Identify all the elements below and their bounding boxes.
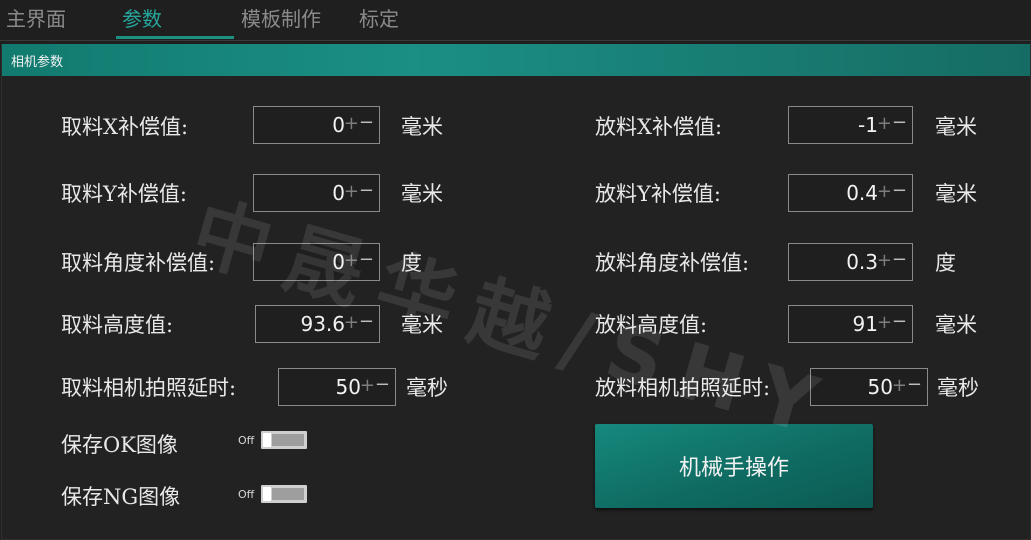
place-y-offset-input[interactable]: 0.4 + − (788, 174, 913, 212)
increment-button[interactable]: + (344, 113, 359, 134)
increment-button[interactable]: + (877, 181, 892, 202)
pick-height-input[interactable]: 93.6 + − (255, 305, 380, 343)
decrement-button[interactable]: − (375, 374, 390, 395)
place-angle-offset-input[interactable]: 0.3 + − (788, 243, 913, 281)
pick-y-offset-unit: 毫米 (401, 182, 443, 206)
save-ok-image-toggle[interactable] (261, 431, 307, 449)
save-ng-image-state: Off (238, 488, 255, 501)
pick-camera-delay-input[interactable]: 50 + − (278, 368, 396, 406)
pick-height-label: 取料高度值: (61, 313, 174, 337)
save-ng-image-label: 保存NG图像 (61, 485, 181, 509)
toggle-track (272, 488, 304, 500)
save-ng-image-toggle[interactable] (261, 485, 307, 503)
pick-y-offset-input[interactable]: 0 + − (253, 174, 380, 212)
pick-x-offset-label: 取料X补偿值: (61, 115, 189, 139)
increment-button[interactable]: + (360, 375, 375, 396)
place-y-offset-label: 放料Y补偿值: (595, 182, 721, 206)
pick-height-value[interactable]: 93.6 (300, 312, 345, 336)
tab-calibration[interactable]: 标定 (359, 3, 399, 33)
tab-bar: 主界面 参数 模板制作 标定 (0, 0, 1031, 41)
place-y-offset-unit: 毫米 (935, 182, 977, 206)
increment-button[interactable]: + (344, 181, 359, 202)
save-ok-image-label: 保存OK图像 (61, 433, 178, 457)
decrement-button[interactable]: − (359, 180, 374, 201)
toggle-knob (263, 433, 271, 447)
decrement-button[interactable]: − (359, 311, 374, 332)
place-height-value[interactable]: 91 (853, 312, 878, 336)
toggle-knob (263, 487, 271, 501)
pick-angle-offset-label: 取料角度补偿值: (61, 251, 216, 275)
pick-camera-delay-label: 取料相机拍照延时: (61, 376, 237, 400)
pick-camera-delay-unit: 毫秒 (406, 376, 448, 400)
decrement-button[interactable]: − (892, 180, 907, 201)
tab-main[interactable]: 主界面 (6, 3, 66, 33)
panel-title: 相机参数 (11, 55, 64, 70)
pick-angle-offset-unit: 度 (401, 251, 422, 275)
place-x-offset-label: 放料X补偿值: (595, 115, 723, 139)
decrement-button[interactable]: − (359, 249, 374, 270)
panel-header: 相机参数 (2, 44, 1030, 76)
place-x-offset-unit: 毫米 (935, 115, 977, 139)
pick-y-offset-label: 取料Y补偿值: (61, 182, 187, 206)
place-camera-delay-value[interactable]: 50 (868, 375, 893, 399)
robot-operation-button[interactable]: 机械手操作 (595, 424, 873, 508)
increment-button[interactable]: + (877, 312, 892, 333)
active-tab-indicator (116, 36, 234, 39)
place-angle-offset-unit: 度 (935, 251, 956, 275)
increment-button[interactable]: + (877, 250, 892, 271)
place-height-input[interactable]: 91 + − (788, 305, 913, 343)
place-height-unit: 毫米 (935, 313, 977, 337)
save-ok-image-state: Off (238, 434, 255, 447)
increment-button[interactable]: + (892, 375, 907, 396)
decrement-button[interactable]: − (892, 311, 907, 332)
pick-camera-delay-value[interactable]: 50 (336, 375, 361, 399)
place-y-offset-value[interactable]: 0.4 (846, 181, 878, 205)
pick-height-unit: 毫米 (401, 313, 443, 337)
increment-button[interactable]: + (344, 312, 359, 333)
decrement-button[interactable]: − (359, 112, 374, 133)
decrement-button[interactable]: − (892, 112, 907, 133)
place-height-label: 放料高度值: (595, 313, 708, 337)
pick-x-offset-input[interactable]: 0 + − (253, 106, 380, 144)
decrement-button[interactable]: − (907, 374, 922, 395)
place-camera-delay-label: 放料相机拍照延时: (595, 376, 771, 400)
increment-button[interactable]: + (344, 250, 359, 271)
pick-x-offset-unit: 毫米 (401, 115, 443, 139)
pick-angle-offset-input[interactable]: 0 + − (253, 243, 380, 281)
place-angle-offset-label: 放料角度补偿值: (595, 251, 750, 275)
tab-template[interactable]: 模板制作 (241, 3, 321, 33)
toggle-track (272, 434, 304, 446)
tab-params[interactable]: 参数 (122, 3, 162, 33)
place-x-offset-value[interactable]: -1 (858, 113, 878, 137)
increment-button[interactable]: + (877, 113, 892, 134)
place-x-offset-input[interactable]: -1 + − (788, 106, 913, 144)
decrement-button[interactable]: − (892, 249, 907, 270)
place-angle-offset-value[interactable]: 0.3 (846, 250, 878, 274)
place-camera-delay-input[interactable]: 50 + − (810, 368, 928, 406)
place-camera-delay-unit: 毫秒 (937, 376, 979, 400)
